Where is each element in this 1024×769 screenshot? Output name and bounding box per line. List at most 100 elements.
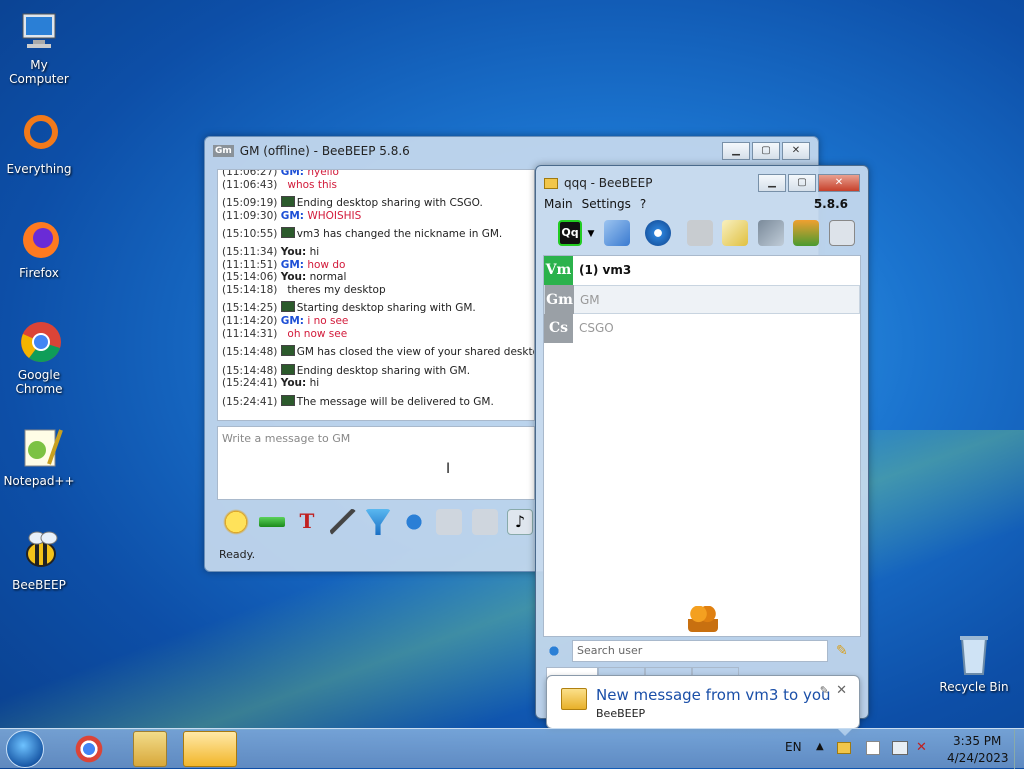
clear-search-icon[interactable]: ✎ <box>836 643 848 659</box>
minimize-button[interactable]: ▁ <box>722 142 750 160</box>
menu-settings[interactable]: Settings <box>582 197 631 213</box>
system-message-icon <box>280 394 295 406</box>
taskbar-chrome-icon[interactable] <box>62 731 116 767</box>
desktop-icon-everything[interactable]: Everything <box>0 112 79 176</box>
show-hidden-icons-icon[interactable]: ▲ <box>816 741 824 752</box>
chat-history[interactable]: (11:06:27) GM: hyello (11:06:43) whos thi… <box>217 169 535 421</box>
green-arrow-icon[interactable] <box>258 517 285 527</box>
user-row[interactable]: Vm (1) vm3 <box>544 255 860 285</box>
action-center-icon[interactable] <box>866 741 880 755</box>
message-text: GM has closed the view of your shared de… <box>296 346 535 359</box>
message-timestamp: (11:14:31) <box>222 327 278 340</box>
message-text: whos this <box>287 178 338 191</box>
user-name: GM <box>580 292 600 307</box>
group-icon <box>688 606 718 632</box>
write-note-icon[interactable] <box>722 220 749 246</box>
maximize-button[interactable]: ▢ <box>752 142 780 160</box>
message-text: theres my desktop <box>287 283 386 296</box>
message-all-icon[interactable] <box>686 220 713 246</box>
chat-line: (15:14:48) GM has closed the view of you… <box>222 345 534 359</box>
maximize-button[interactable]: ▢ <box>788 174 816 192</box>
sharing-icon[interactable] <box>793 220 820 246</box>
desktop-icon-my-computer[interactable]: My Computer <box>0 8 79 86</box>
message-sender: GM: <box>280 169 304 178</box>
user-list[interactable]: Vm (1) vm3 Gm GM Cs CSGO <box>543 255 861 637</box>
message-timestamp: (15:14:48) <box>222 346 278 359</box>
search-area: Search user ✎ <box>546 639 862 663</box>
font-style-icon[interactable] <box>471 509 498 535</box>
show-desktop-button[interactable] <box>1014 729 1024 769</box>
notification-balloon[interactable]: New message from vm3 to you BeeBEEP ✎ ✕ <box>546 675 860 736</box>
clock-date[interactable]: 4/24/2023 <box>947 751 1009 765</box>
chat-window-titlebar[interactable]: Gm GM (offline) - BeeBEEP 5.8.6 ▁ ▢ ✕ <box>205 137 818 165</box>
status-dropdown-icon[interactable]: ▼ <box>588 229 595 239</box>
desktop-icon-beebeep[interactable]: BeeBEEP <box>0 528 79 592</box>
icon-label: Recycle Bin <box>939 680 1009 694</box>
icon-label: Everything <box>6 162 72 176</box>
chat-toolbar: T ♪ <box>223 509 539 539</box>
icon-label: My Computer <box>9 58 69 86</box>
taskbar-explorer-icon[interactable] <box>133 731 167 767</box>
chat-line: (11:14:31) oh now see <box>222 328 530 341</box>
spellcheck-icon[interactable] <box>436 509 462 535</box>
message-timestamp: (15:14:18) <box>222 283 278 296</box>
message-text: how do <box>307 258 346 271</box>
tools-icon[interactable] <box>757 220 784 246</box>
color-wand-icon[interactable] <box>329 509 356 535</box>
icon-label: Notepad++ <box>3 474 75 488</box>
message-text: oh now see <box>287 327 348 340</box>
volume-muted-icon[interactable]: ✕ <box>916 740 927 755</box>
chat-line: (15:14:25) Starting desktop sharing with… <box>222 301 530 315</box>
language-indicator[interactable]: EN <box>785 740 802 754</box>
desktop-icon-chrome[interactable]: Google Chrome <box>0 318 79 396</box>
search-input[interactable]: Search user <box>572 640 828 662</box>
menu-bar: Main Settings ? 5.8.6 <box>544 197 862 213</box>
message-timestamp: (11:14:20) <box>222 314 278 327</box>
message-text: Ending desktop sharing with CSGO. <box>296 197 483 210</box>
user-row[interactable]: Cs CSGO <box>544 313 860 343</box>
start-button[interactable] <box>6 730 44 768</box>
font-icon[interactable]: T <box>294 509 320 535</box>
message-sender: GM: <box>280 209 304 222</box>
trash-icon[interactable] <box>828 220 855 246</box>
text-cursor-icon: I <box>446 461 451 477</box>
chat-line: (15:14:48) Ending desktop sharing with G… <box>222 363 530 378</box>
notepad-plus-icon <box>15 424 63 472</box>
network-tray-icon[interactable] <box>892 741 908 755</box>
chat-line: (11:14:20) GM: i no see <box>222 315 530 328</box>
menu-main[interactable]: Main <box>544 197 573 213</box>
music-note-icon[interactable]: ♪ <box>507 509 533 535</box>
search-gear-icon[interactable] <box>546 643 562 659</box>
chat-line: (11:09:30) GM: WHOISHIS <box>222 210 530 223</box>
chat-line: (15:14:06) You: normal <box>222 271 530 284</box>
desktop-icon-recycle-bin[interactable]: Recycle Bin <box>934 630 1014 694</box>
chat-line: (15:11:34) You: hi <box>222 246 530 259</box>
settings-gear-icon[interactable] <box>400 509 427 535</box>
message-sender: You: <box>280 245 307 258</box>
filter-icon[interactable] <box>365 509 391 535</box>
message-timestamp: (15:24:41) <box>222 377 278 390</box>
desktop-icon-notepad-plus[interactable]: Notepad++ <box>0 424 79 488</box>
message-text: hi <box>309 377 320 390</box>
profile-edit-icon[interactable] <box>603 220 630 246</box>
minimize-button[interactable]: ▁ <box>758 174 786 192</box>
main-window[interactable]: qqq - BeeBEEP ▁ ▢ ✕ Main Settings ? 5.8.… <box>535 165 869 719</box>
close-button[interactable]: ✕ <box>782 142 810 160</box>
network-icon[interactable] <box>645 220 672 246</box>
desktop-icon-firefox[interactable]: Firefox <box>0 216 79 280</box>
message-input[interactable]: Write a message to GM I <box>217 426 535 500</box>
clock-time[interactable]: 3:35 PM <box>953 734 1001 748</box>
notification-close-icon[interactable]: ✕ <box>836 683 847 698</box>
message-timestamp: (15:14:48) <box>222 364 278 377</box>
main-window-titlebar[interactable]: qqq - BeeBEEP ▁ ▢ ✕ <box>536 166 868 200</box>
close-button[interactable]: ✕ <box>818 174 860 192</box>
notification-settings-icon[interactable]: ✎ <box>820 684 829 697</box>
taskbar-beebeep-icon[interactable] <box>183 731 237 767</box>
user-row[interactable]: Gm GM <box>544 285 860 314</box>
emoticon-icon[interactable] <box>223 509 249 535</box>
message-timestamp: (11:11:51) <box>222 258 278 271</box>
status-qq-icon[interactable]: Qq <box>558 220 582 246</box>
tray-beebeep-icon[interactable] <box>837 742 851 754</box>
message-text: Ending desktop sharing with GM. <box>296 364 471 377</box>
chat-line: (15:24:41) You: hi <box>222 377 530 390</box>
